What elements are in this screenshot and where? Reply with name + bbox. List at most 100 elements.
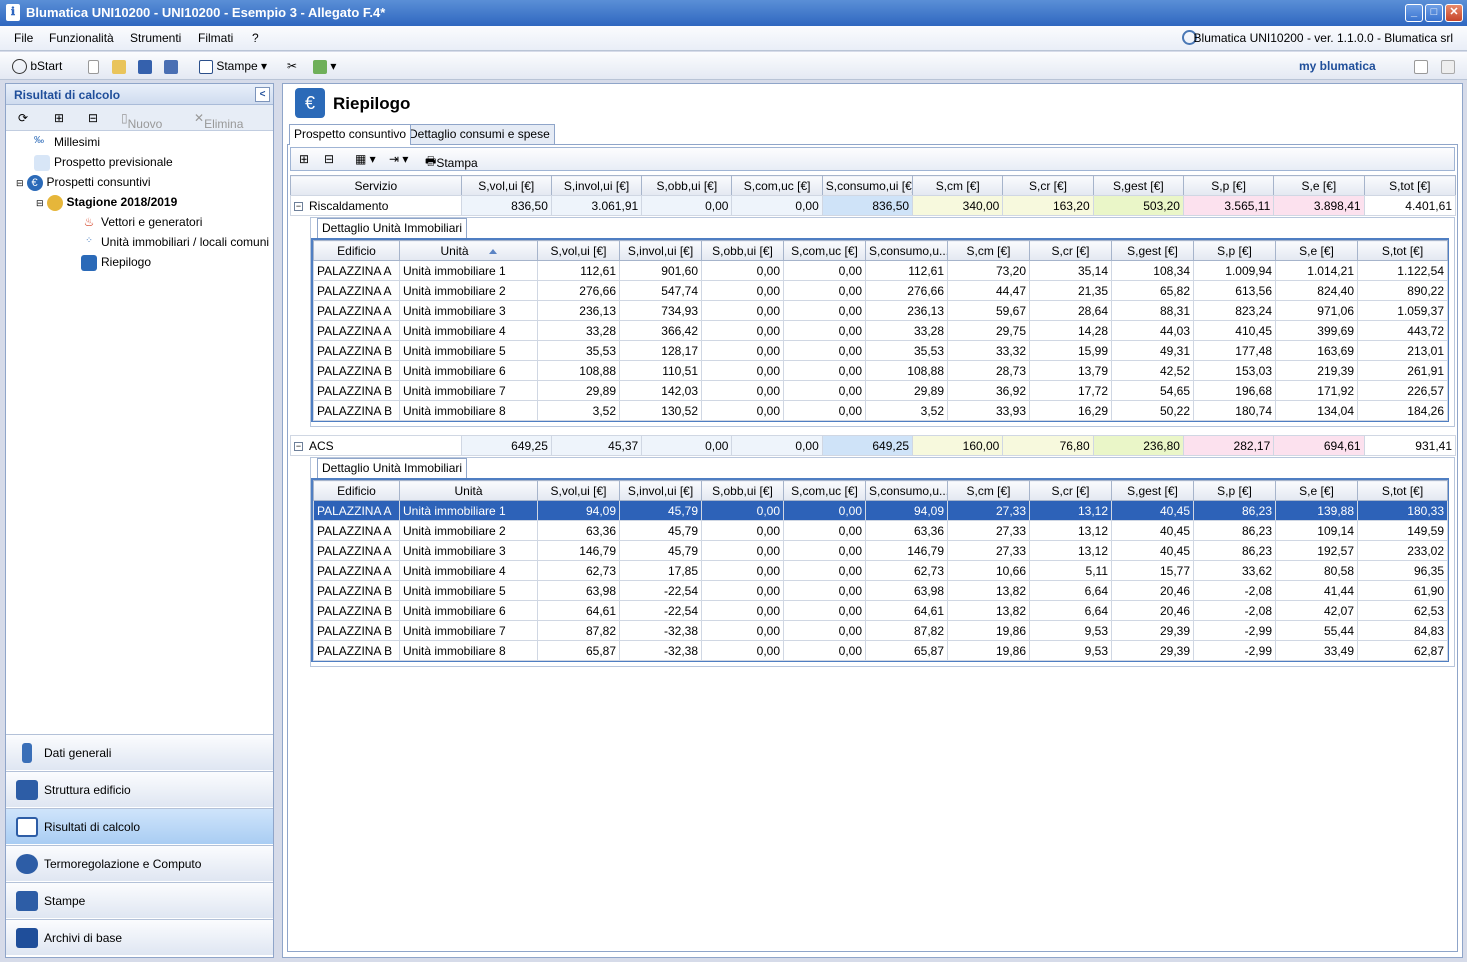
detail-column-header[interactable]: S,e [€] [1275, 480, 1358, 501]
detail-column-header[interactable]: S,invol,ui [€] [619, 480, 702, 501]
table-row[interactable]: PALAZZINA A Unità immobiliare 1 94,09 45,79… [313, 500, 1448, 521]
save-all-button[interactable] [164, 57, 178, 75]
refresh-icon[interactable]: ⟳ [18, 111, 28, 125]
pane-splitter[interactable] [276, 83, 281, 958]
detail-column-header[interactable]: S,obb,ui [€] [701, 240, 784, 261]
detail-column-header[interactable]: S,e [€] [1275, 240, 1358, 261]
detail-column-header[interactable]: Edificio [313, 240, 400, 261]
nav-dati-generali[interactable]: Dati generali [6, 734, 273, 770]
table-row[interactable]: PALAZZINA A Unità immobiliare 3 146,79 45,7… [313, 540, 1448, 561]
table-row[interactable]: PALAZZINA B Unità immobiliare 7 29,89 142,0… [313, 380, 1448, 401]
menu-help[interactable]: ? [252, 31, 259, 45]
tree-collapse-icon[interactable]: ⊟ [36, 198, 44, 208]
detail-column-header[interactable]: S,vol,ui [€] [537, 240, 620, 261]
tree-item-stagione[interactable]: ⊟ Stagione 2018/2019 [36, 195, 177, 211]
detail-column-header[interactable]: S,invol,ui [€] [619, 240, 702, 261]
detail-column-header[interactable]: S,tot [€] [1357, 240, 1448, 261]
menu-funzionalita[interactable]: Funzionalità [49, 31, 114, 45]
nav-risultati-calcolo[interactable]: Risultati di calcolo [6, 808, 273, 844]
column-header[interactable]: S,consumo,ui [€] [821, 175, 914, 196]
export-button[interactable]: ▾ [313, 57, 336, 75]
table-row[interactable]: PALAZZINA B Unità immobiliare 7 87,82 -32,3… [313, 620, 1448, 641]
detail-column-header[interactable]: Unità [399, 480, 538, 501]
menu-file[interactable]: File [14, 31, 33, 45]
column-header[interactable]: S,cr [€] [1002, 175, 1094, 196]
group-row[interactable]: − Riscaldamento 836,50 3.061,91 0,00 0,00 836,… [290, 195, 1457, 216]
nuovo-button[interactable]: ▯ Nuovo [121, 111, 162, 131]
detail-column-header[interactable]: S,com,uc [€] [783, 480, 866, 501]
group-collapse-icon[interactable]: − [294, 201, 303, 211]
detail-column-header[interactable]: Unità [399, 240, 538, 261]
group-row[interactable]: − ACS 649,25 45,37 0,00 0,00 649,25 160,00 76,80… [290, 435, 1457, 456]
clipboard-button[interactable] [1441, 57, 1455, 75]
column-header[interactable]: S,p [€] [1182, 175, 1275, 196]
stampa-button[interactable]: 🖶 Stampa [425, 152, 478, 173]
detail-column-header[interactable]: S,cm [€] [947, 240, 1030, 261]
nav-termoregolazione[interactable]: Termoregolazione e Computo [6, 845, 273, 881]
tab-dettaglio-unita[interactable]: Dettaglio Unità Immobiliari [317, 458, 468, 478]
table-row[interactable]: PALAZZINA B Unità immobiliare 6 108,88 110,… [313, 360, 1448, 381]
nav-archivi-base[interactable]: Archivi di base [6, 919, 273, 955]
maximize-button[interactable]: □ [1425, 4, 1443, 22]
tree-item-prospetti-consuntivi[interactable]: ⊟ € Prospetti consuntivi [16, 175, 151, 191]
column-header[interactable]: S,gest [€] [1092, 175, 1184, 196]
tree-item-riepilogo[interactable]: Riepilogo [81, 255, 151, 271]
new-note-button[interactable] [1414, 57, 1428, 75]
detail-column-header[interactable]: S,gest [€] [1111, 240, 1194, 261]
open-button[interactable] [112, 57, 126, 75]
detail-column-header[interactable]: S,cm [€] [947, 480, 1030, 501]
detail-column-header[interactable]: S,cr [€] [1029, 240, 1112, 261]
tab-dettaglio-unita[interactable]: Dettaglio Unità Immobiliari [317, 218, 468, 238]
column-header[interactable]: S,cm [€] [912, 175, 1004, 196]
save-button[interactable] [138, 57, 152, 75]
elimina-button[interactable]: ✕ Elimina [194, 111, 243, 131]
column-header[interactable]: S,tot [€] [1363, 175, 1457, 196]
tree-collapse-icon[interactable]: ⊟ [16, 178, 24, 188]
detail-column-header[interactable]: S,consumo,u... [865, 240, 948, 261]
detail-column-header[interactable]: Edificio [313, 480, 400, 501]
collapse-rows-icon[interactable]: ⊟ [324, 152, 334, 166]
tools-button[interactable]: ✂ [287, 57, 297, 75]
table-row[interactable]: PALAZZINA A Unità immobiliare 2 276,66 547,… [313, 280, 1448, 301]
menu-strumenti[interactable]: Strumenti [130, 31, 181, 45]
table-row[interactable]: PALAZZINA B Unità immobiliare 8 3,52 130,52… [313, 400, 1448, 421]
tree-item-vettori[interactable]: ♨ Vettori e generatori [81, 215, 203, 231]
detail-column-header[interactable]: S,consumo,u... [865, 480, 948, 501]
detail-column-header[interactable]: S,p [€] [1193, 480, 1276, 501]
export-grid-button[interactable]: ⇥ ▾ [389, 152, 408, 166]
tree-item-millesimi[interactable]: ‰ Millesimi [34, 135, 100, 151]
column-header[interactable]: S,com,uc [€] [731, 175, 823, 196]
table-row[interactable]: PALAZZINA A Unità immobiliare 2 63,36 45,79… [313, 520, 1448, 541]
tree-item-unita[interactable]: ⁘ Unità immobiliari / locali comuni [81, 235, 269, 251]
expand-rows-icon[interactable]: ⊞ [299, 152, 309, 166]
table-row[interactable]: PALAZZINA B Unità immobiliare 5 35,53 128,1… [313, 340, 1448, 361]
column-header[interactable]: S,obb,ui [€] [641, 175, 733, 196]
expand-all-icon[interactable]: ⊞ [54, 111, 64, 125]
tab-dettaglio-consumi[interactable]: Dettaglio consumi e spese [404, 124, 555, 144]
detail-column-header[interactable]: S,vol,ui [€] [537, 480, 620, 501]
detail-column-header[interactable]: S,tot [€] [1357, 480, 1448, 501]
close-button[interactable]: ✕ [1445, 4, 1463, 22]
table-row[interactable]: PALAZZINA B Unità immobiliare 5 63,98 -22,5… [313, 580, 1448, 601]
tree-item-prospetto-previsionale[interactable]: Prospetto previsionale [34, 155, 173, 171]
column-header[interactable]: S,vol,ui [€] [460, 175, 552, 196]
collapse-pane-button[interactable]: < [255, 87, 270, 102]
detail-column-header[interactable]: S,gest [€] [1111, 480, 1194, 501]
table-row[interactable]: PALAZZINA A Unità immobiliare 4 33,28 366,4… [313, 320, 1448, 341]
menu-filmati[interactable]: Filmati [198, 31, 233, 45]
table-row[interactable]: PALAZZINA A Unità immobiliare 4 62,73 17,85… [313, 560, 1448, 581]
table-row[interactable]: PALAZZINA B Unità immobiliare 6 64,61 -22,5… [313, 600, 1448, 621]
table-row[interactable]: PALAZZINA A Unità immobiliare 3 236,13 734,… [313, 300, 1448, 321]
minimize-button[interactable]: _ [1405, 4, 1423, 22]
table-row[interactable]: PALAZZINA A Unità immobiliare 1 112,61 901,… [313, 260, 1448, 281]
bstart-button[interactable]: bStart [12, 57, 62, 75]
nav-stampe[interactable]: Stampe [6, 882, 273, 918]
table-row[interactable]: PALAZZINA B Unità immobiliare 8 65,87 -32,3… [313, 640, 1448, 661]
tab-prospetto-consuntivo[interactable]: Prospetto consuntivo [289, 124, 412, 145]
detail-column-header[interactable]: S,com,uc [€] [783, 240, 866, 261]
column-header[interactable]: Servizio [290, 175, 462, 196]
stampe-button[interactable]: Stampe ▾ [199, 57, 267, 75]
nav-struttura-edificio[interactable]: Struttura edificio [6, 771, 273, 807]
column-chooser-button[interactable]: ▦ ▾ [355, 152, 376, 166]
column-header[interactable]: S,invol,ui [€] [550, 175, 643, 196]
